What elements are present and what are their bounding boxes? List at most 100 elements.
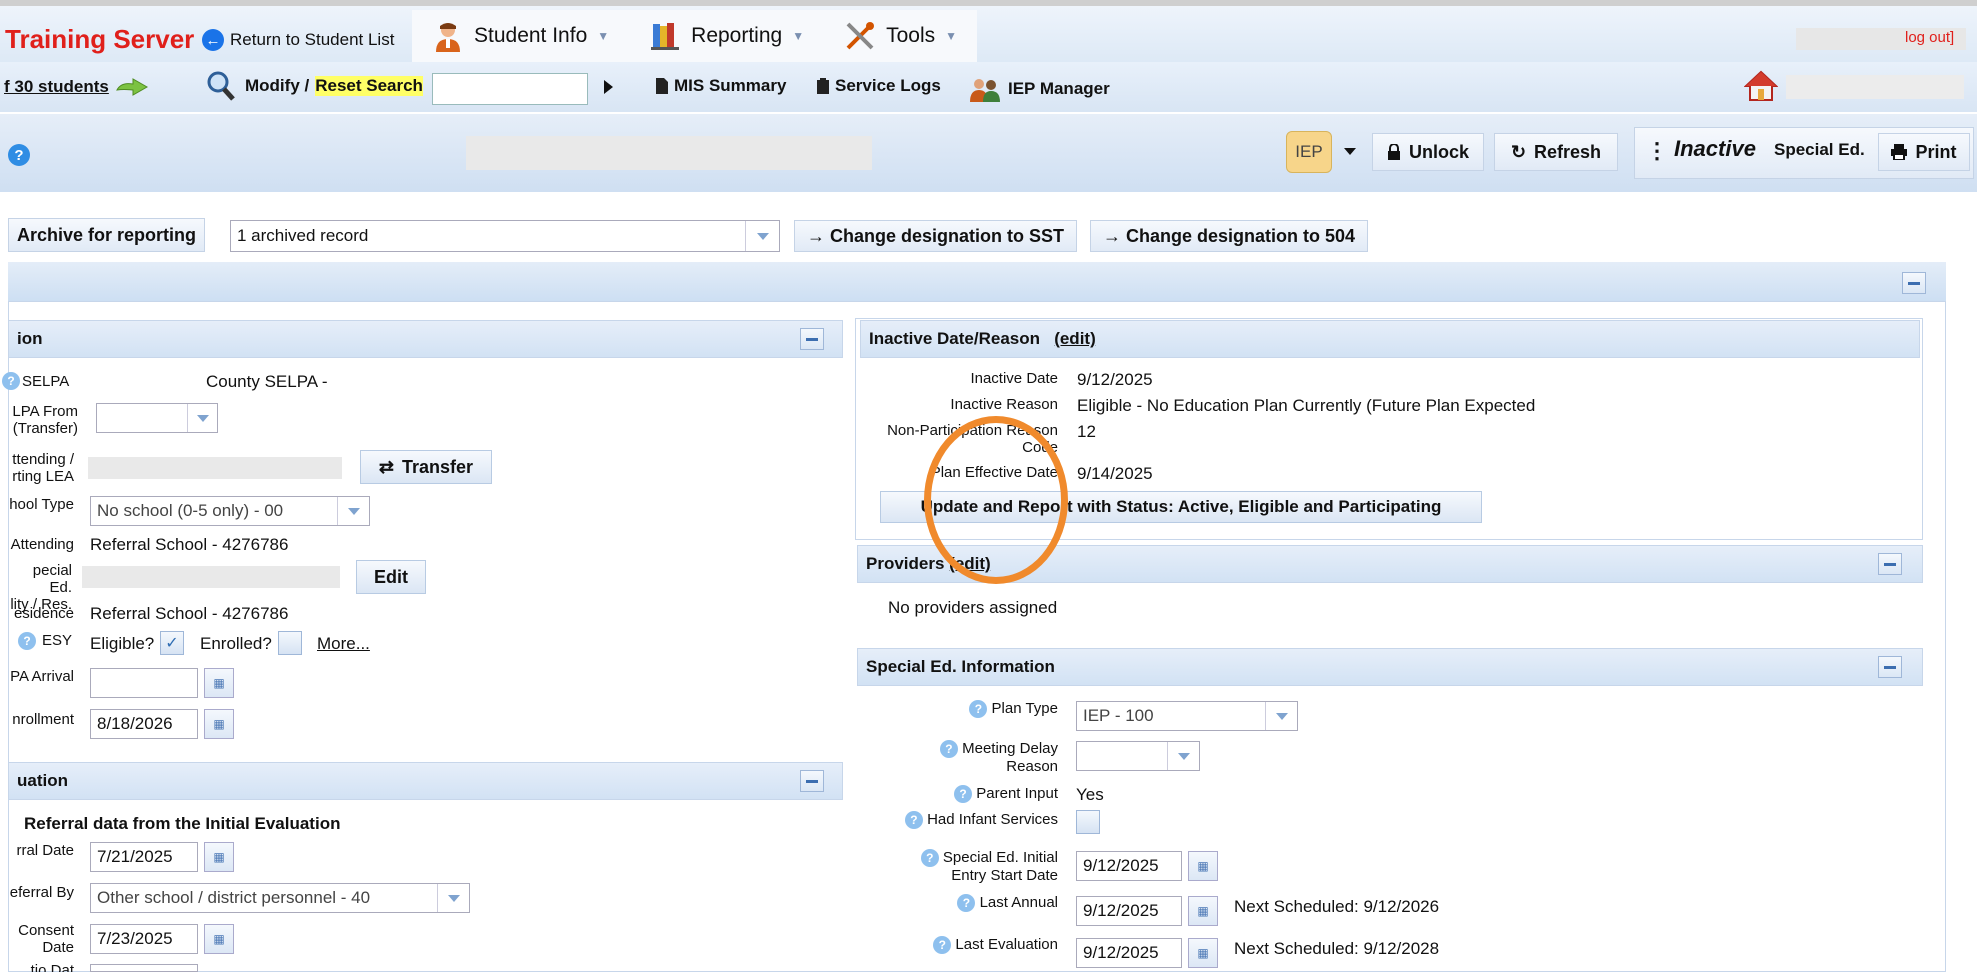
arrow-right-icon: → bbox=[1103, 225, 1127, 246]
last-annual-input[interactable]: 9/12/2025 bbox=[1076, 896, 1182, 926]
help-icon[interactable]: ? bbox=[904, 811, 923, 829]
search-go-icon[interactable] bbox=[604, 80, 613, 94]
chevron-down-icon: ▼ bbox=[792, 29, 805, 43]
archive-for-reporting-button[interactable]: Archive for reporting bbox=[8, 218, 206, 252]
help-icon[interactable]: ? bbox=[8, 144, 30, 166]
reset-search-link[interactable]: Reset Search bbox=[315, 76, 423, 96]
more-options-icon[interactable]: ⋮ bbox=[1646, 138, 1668, 164]
menu-student-info[interactable]: Student Info ▼ bbox=[412, 10, 629, 62]
arrow-right-icon: → bbox=[807, 225, 831, 246]
home-icon[interactable] bbox=[1744, 70, 1778, 102]
calendar-icon[interactable]: ▦ bbox=[204, 709, 234, 739]
help-icon[interactable]: ? bbox=[2, 372, 20, 390]
evaluation-subtitle: Referral data from the Initial Evaluatio… bbox=[24, 814, 341, 833]
student-search-input[interactable] bbox=[432, 73, 588, 105]
collapse-main-button[interactable] bbox=[1902, 272, 1926, 294]
iep-manager-link[interactable]: IEP Manager bbox=[968, 76, 1110, 102]
inactive-reason-label: Inactive Reason bbox=[950, 396, 1058, 413]
residence-label: esidence bbox=[13, 605, 74, 622]
help-icon[interactable]: ? bbox=[939, 740, 958, 758]
nonparticipation-value: 12 bbox=[1077, 422, 1096, 441]
service-logs-link[interactable]: Service Logs bbox=[817, 76, 941, 96]
chevron-down-icon bbox=[1265, 702, 1297, 730]
print-button[interactable]: Print bbox=[1878, 133, 1970, 171]
plan-type-select[interactable]: IEP - 100 bbox=[1076, 701, 1298, 731]
unlock-button[interactable]: Unlock bbox=[1372, 133, 1484, 171]
referral-by-select[interactable]: Other school / district personnel - 40 bbox=[90, 883, 470, 913]
calendar-icon[interactable]: ▦ bbox=[204, 924, 234, 954]
calendar-icon[interactable]: ▦ bbox=[1188, 896, 1218, 926]
lock-icon bbox=[1387, 144, 1400, 160]
sped-facility-redacted bbox=[82, 566, 340, 588]
students-count-link[interactable]: f 30 students bbox=[4, 76, 149, 98]
attending-school-value: Referral School - 4276786 bbox=[90, 535, 289, 554]
more-link[interactable]: More... bbox=[317, 634, 370, 654]
eligible-label: Eligible? bbox=[90, 634, 155, 653]
return-to-student-list-link[interactable]: ← Return to Student List bbox=[202, 29, 394, 51]
iep-dropdown-icon[interactable] bbox=[1344, 148, 1356, 155]
eligible-checkbox[interactable]: ✓ bbox=[160, 631, 184, 655]
collapse-evaluation-button[interactable] bbox=[800, 770, 824, 792]
esy-label: ESY bbox=[42, 632, 73, 649]
collapse-sped-info-button[interactable] bbox=[1878, 656, 1902, 678]
providers-edit-link[interactable]: (edit) bbox=[949, 554, 991, 574]
attending-lea-redacted bbox=[88, 457, 342, 479]
change-to-504-button[interactable]: → Change designation to 504 bbox=[1090, 220, 1369, 252]
plan-type-label: ? Plan Type bbox=[858, 700, 1058, 718]
calendar-icon[interactable]: ▦ bbox=[1188, 851, 1218, 881]
meeting-delay-select[interactable] bbox=[1076, 741, 1200, 771]
chevron-down-icon: ▼ bbox=[597, 29, 610, 43]
inactive-date-value: 9/12/2025 bbox=[1077, 370, 1153, 389]
green-arrow-icon bbox=[115, 78, 148, 96]
edit-button[interactable]: Edit bbox=[356, 560, 426, 594]
help-icon[interactable]: ? bbox=[969, 700, 988, 718]
consent-date-label: Consent Date bbox=[18, 922, 74, 956]
transfer-button[interactable]: ⇄ Transfer bbox=[360, 450, 492, 484]
people-icon bbox=[970, 79, 1000, 102]
help-icon[interactable]: ? bbox=[18, 632, 36, 650]
mis-summary-link[interactable]: MIS Summary bbox=[656, 76, 786, 96]
arrival-input[interactable] bbox=[90, 668, 198, 698]
status-text: Inactive bbox=[1674, 136, 1756, 161]
modify-reset-search[interactable]: Modify / Reset Search bbox=[245, 76, 423, 96]
attending-school-label: Attending bbox=[10, 536, 74, 553]
calendar-icon[interactable]: ▦ bbox=[204, 842, 234, 872]
magnifier-icon bbox=[207, 71, 235, 101]
change-to-sst-button[interactable]: → Change designation to SST bbox=[794, 220, 1078, 252]
help-icon[interactable]: ? bbox=[920, 849, 939, 867]
last-annual-label: ? Last Annual bbox=[858, 894, 1058, 912]
help-icon[interactable]: ? bbox=[957, 894, 976, 912]
calendar-icon[interactable]: ▦ bbox=[204, 668, 234, 698]
consent-date-input[interactable]: 7/23/2025 bbox=[90, 924, 198, 954]
selpa-from-label: LPA From (Transfer) bbox=[12, 403, 78, 437]
collapse-left-section-button[interactable] bbox=[800, 328, 824, 350]
transfer-icon: ⇄ bbox=[378, 456, 395, 477]
referral-date-input[interactable]: 7/21/2025 bbox=[90, 842, 198, 872]
update-status-button[interactable]: Update and Report with Status: Active, E… bbox=[880, 491, 1482, 523]
last-evaluation-input[interactable]: 9/12/2025 bbox=[1076, 938, 1182, 968]
server-title: Training Server bbox=[5, 24, 195, 54]
help-icon[interactable]: ? bbox=[933, 936, 952, 954]
menu-tools[interactable]: Tools ▼ bbox=[824, 10, 977, 62]
iep-badge[interactable]: IEP bbox=[1286, 131, 1332, 173]
document-icon bbox=[656, 78, 668, 94]
help-icon[interactable]: ? bbox=[954, 785, 973, 803]
collapse-providers-button[interactable] bbox=[1878, 553, 1902, 575]
inactive-section-header: Inactive Date/Reason (edit) bbox=[860, 320, 1920, 358]
infant-services-checkbox[interactable] bbox=[1076, 810, 1100, 834]
inactive-edit-link[interactable]: (edit) bbox=[1054, 329, 1096, 349]
cut-off-input[interactable] bbox=[90, 964, 198, 972]
enrollment-input[interactable]: 8/18/2026 bbox=[90, 709, 198, 739]
next-evaluation-text: Next Scheduled: 9/12/2028 bbox=[1234, 939, 1440, 958]
attending-lea-label: ttending / rting LEA bbox=[12, 451, 74, 485]
selpa-from-select[interactable] bbox=[96, 403, 218, 433]
calendar-icon[interactable]: ▦ bbox=[1188, 938, 1218, 968]
logout-link[interactable]: log out] bbox=[1905, 29, 1954, 46]
refresh-button[interactable]: ↻ Refresh bbox=[1494, 133, 1618, 171]
reporting-icon bbox=[651, 23, 680, 50]
archived-records-select[interactable]: 1 archived record bbox=[230, 220, 780, 252]
menu-reporting[interactable]: Reporting ▼ bbox=[629, 10, 824, 62]
school-type-select[interactable]: No school (0-5 only) - 00 bbox=[90, 496, 370, 526]
initial-entry-input[interactable]: 9/12/2025 bbox=[1076, 851, 1182, 881]
enrolled-checkbox[interactable] bbox=[278, 631, 302, 655]
